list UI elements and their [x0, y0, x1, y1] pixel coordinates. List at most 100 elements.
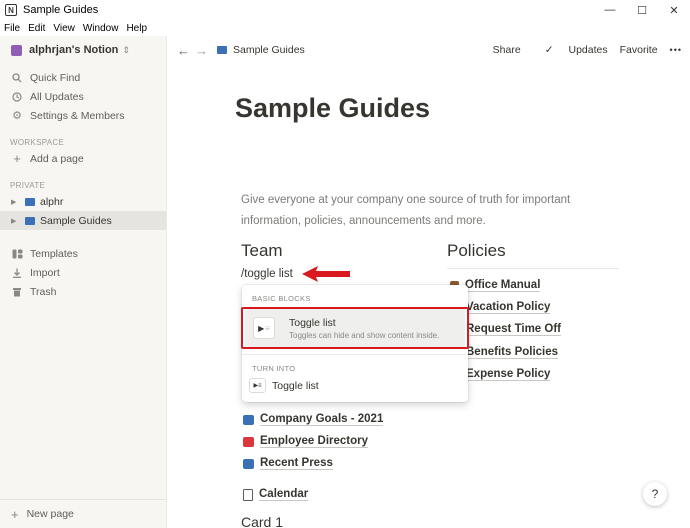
- page-description[interactable]: Give everyone at your company one source…: [241, 190, 581, 232]
- forward-arrow-icon[interactable]: →: [195, 43, 208, 58]
- workspace-section-label: WORKSPACE: [10, 137, 65, 147]
- team-link-company-goals[interactable]: Company Goals - 2021: [243, 413, 384, 426]
- megaphone-icon: [243, 458, 254, 469]
- more-options-icon[interactable]: •••: [670, 45, 682, 55]
- templates-icon: [11, 249, 23, 259]
- import-icon: [11, 268, 23, 278]
- sidebar-item-label: Import: [30, 266, 60, 279]
- sidebar-page-label: Sample Guides: [40, 214, 112, 227]
- link-label: Expense Policy: [466, 368, 551, 381]
- updates-label: Updates: [568, 44, 608, 56]
- team-link-recent-press[interactable]: Recent Press: [243, 457, 333, 470]
- menu-help[interactable]: Help: [126, 23, 147, 34]
- maximize-icon[interactable]: ☐: [626, 0, 658, 20]
- annotation-arrow-icon: [302, 266, 350, 282]
- sidebar-item-quick-find[interactable]: Quick Find: [0, 68, 166, 87]
- team-link-employee-directory[interactable]: Employee Directory: [243, 435, 369, 448]
- link-label: Calendar: [259, 488, 309, 501]
- sidebar-page-alphr[interactable]: ▶ alphr: [0, 192, 166, 211]
- link-label: Employee Directory: [260, 435, 369, 448]
- title-bar: N Sample Guides — ☐ ✕: [0, 0, 690, 20]
- link-label: Recent Press: [260, 457, 333, 470]
- policies-heading[interactable]: Policies: [447, 241, 506, 261]
- updates-button[interactable]: ✓ Updates: [533, 44, 608, 56]
- menu-file[interactable]: File: [4, 23, 20, 34]
- policy-link-benefits[interactable]: Benefits Policies: [466, 346, 559, 359]
- window-controls: — ☐ ✕: [594, 0, 690, 20]
- sidebar-item-label: Templates: [30, 247, 78, 260]
- link-label: Vacation Policy: [466, 301, 551, 314]
- toggle-list-icon: ▶≡: [249, 378, 266, 393]
- link-label: Office Manual: [465, 279, 541, 292]
- turn-into-label: TURN INTO: [252, 364, 296, 373]
- team-heading[interactable]: Team: [241, 241, 283, 261]
- trash-icon: [11, 287, 23, 297]
- page-icon: [25, 216, 35, 225]
- sidebar-item-label: Quick Find: [30, 71, 81, 84]
- policies-divider: [447, 268, 619, 269]
- workspace-name: alphrjan's Notion: [29, 44, 119, 56]
- plus-icon: +: [13, 151, 21, 166]
- sidebar-item-label: All Updates: [30, 90, 84, 103]
- slash-command-text[interactable]: /toggle list: [241, 268, 293, 280]
- check-icon: ✓: [544, 44, 554, 56]
- basic-blocks-label: BASIC BLOCKS: [252, 294, 311, 303]
- topbar-actions: Share ✓ Updates Favorite •••: [481, 36, 682, 64]
- menu-view[interactable]: View: [53, 23, 75, 34]
- sidebar-page-label: alphr: [40, 195, 64, 208]
- close-icon[interactable]: ✕: [658, 0, 690, 20]
- page-icon: [25, 197, 35, 206]
- annotation-highlight-box: [241, 307, 469, 349]
- policy-link-expense[interactable]: Expense Policy: [466, 368, 551, 381]
- expand-triangle-icon[interactable]: ▶: [11, 217, 19, 225]
- page-icon: [217, 46, 227, 54]
- workspace-icon: [11, 44, 22, 56]
- sidebar-item-settings[interactable]: ⚙ Settings & Members: [0, 106, 166, 125]
- menu-edit[interactable]: Edit: [28, 23, 45, 34]
- page-title[interactable]: Sample Guides: [235, 93, 430, 124]
- sidebar: alphrjan's Notion ⇕ Quick Find All Updat…: [0, 36, 167, 528]
- sidebar-add-page[interactable]: + Add a page: [0, 149, 166, 168]
- document-icon: [243, 488, 253, 501]
- search-icon: [11, 72, 23, 83]
- gear-icon: ⚙: [12, 110, 22, 122]
- top-bar: ← → Sample Guides Share ✓ Updates Favorit…: [167, 36, 690, 64]
- chevron-updown-icon: ⇕: [122, 44, 130, 55]
- sidebar-item-templates[interactable]: Templates: [0, 244, 166, 263]
- sidebar-page-sample-guides[interactable]: ▶ Sample Guides: [0, 211, 166, 230]
- sidebar-item-trash[interactable]: Trash: [0, 282, 166, 301]
- sidebar-item-label: Settings & Members: [30, 109, 125, 122]
- menu-bar: File Edit View Window Help: [0, 20, 690, 36]
- help-button[interactable]: ?: [643, 482, 667, 506]
- phone-icon: [243, 436, 254, 447]
- policy-link-time-off[interactable]: Request Time Off: [466, 323, 561, 336]
- turn-into-option-label: Toggle list: [272, 379, 319, 392]
- minimize-icon[interactable]: —: [594, 0, 626, 20]
- car-icon: [243, 414, 254, 425]
- new-page-button[interactable]: + New page: [0, 499, 166, 528]
- menu-window[interactable]: Window: [83, 23, 119, 34]
- share-button[interactable]: Share: [493, 44, 521, 56]
- card-heading[interactable]: Card 1: [241, 514, 283, 528]
- sidebar-item-label: Trash: [30, 285, 57, 298]
- expand-triangle-icon[interactable]: ▶: [11, 198, 19, 206]
- breadcrumb[interactable]: Sample Guides: [233, 44, 305, 56]
- turn-into-toggle-list[interactable]: ▶≡ Toggle list: [249, 378, 319, 393]
- clock-icon: [11, 91, 23, 102]
- favorite-button[interactable]: Favorite: [620, 44, 658, 56]
- popup-divider: [242, 354, 468, 355]
- window-title: Sample Guides: [23, 4, 99, 16]
- notion-app-icon: N: [5, 4, 17, 16]
- sidebar-item-label: Add a page: [30, 152, 84, 165]
- plus-icon: +: [11, 506, 19, 522]
- policy-link-vacation[interactable]: Vacation Policy: [466, 301, 551, 314]
- sidebar-item-all-updates[interactable]: All Updates: [0, 87, 166, 106]
- sidebar-item-import[interactable]: Import: [0, 263, 166, 282]
- new-page-label: New page: [26, 508, 74, 520]
- link-label: Benefits Policies: [466, 346, 559, 359]
- team-link-calendar[interactable]: Calendar: [243, 488, 309, 501]
- link-label: Request Time Off: [466, 323, 561, 336]
- back-arrow-icon[interactable]: ←: [177, 43, 190, 58]
- link-label: Company Goals - 2021: [260, 413, 384, 426]
- workspace-switcher[interactable]: alphrjan's Notion ⇕: [0, 36, 166, 64]
